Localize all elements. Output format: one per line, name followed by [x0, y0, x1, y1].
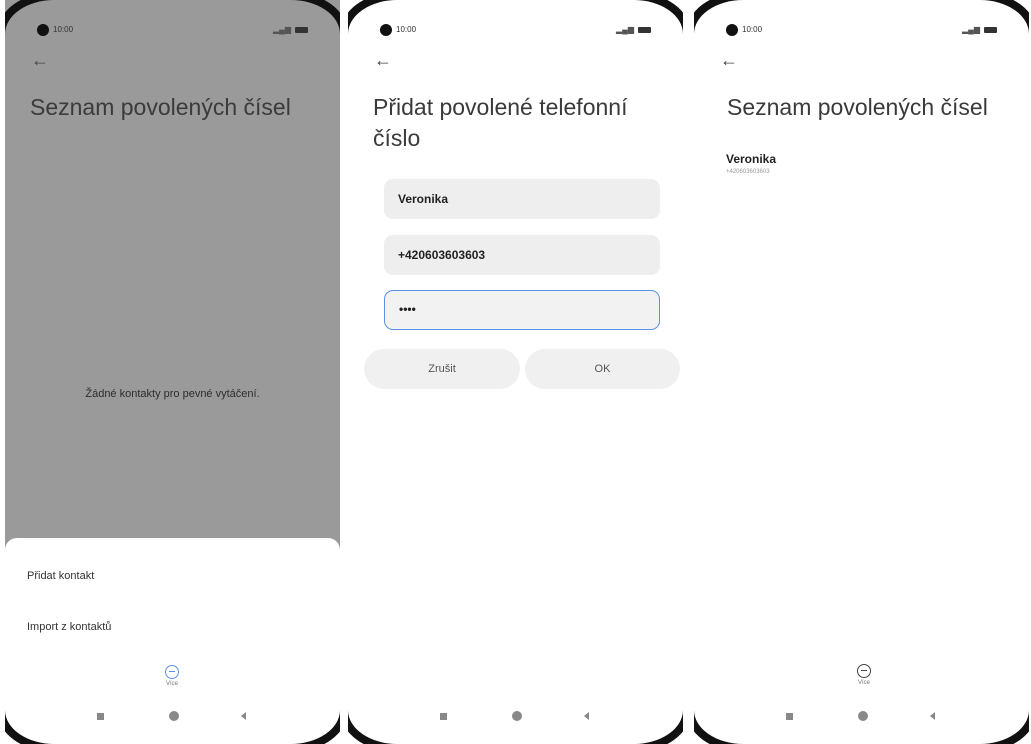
- more-circle-icon: [165, 665, 179, 679]
- more-label: Více: [857, 680, 870, 686]
- phone-screen-fdn-list-menu: 10:00 ▂▄▆ ← Seznam povolených čísel Žádn…: [5, 0, 340, 744]
- more-button[interactable]: Více: [152, 665, 192, 687]
- phone-number-field[interactable]: +420603603603: [384, 235, 660, 275]
- page-title: Seznam povolených čísel: [30, 94, 291, 120]
- more-circle-icon: [857, 664, 871, 678]
- home-icon[interactable]: [512, 711, 522, 721]
- screen-corner: [5, 0, 67, 34]
- menu-item-import-contacts[interactable]: Import z kontaktů: [27, 621, 111, 633]
- name-field[interactable]: Veronika: [384, 179, 660, 219]
- page-title-line1: Přidat povolené telefonní: [373, 94, 628, 120]
- cancel-button[interactable]: Zrušit: [364, 349, 520, 389]
- empty-state-text: Žádné kontakty pro pevné vytáčení.: [85, 388, 260, 400]
- back-nav-icon[interactable]: [930, 712, 935, 720]
- recents-icon[interactable]: [786, 713, 793, 720]
- menu-item-add-contact[interactable]: Přidat kontakt: [27, 570, 94, 582]
- page-title-line2: číslo: [373, 125, 421, 151]
- home-icon[interactable]: [169, 711, 179, 721]
- dim-overlay: [5, 0, 340, 560]
- screen-corner: [348, 0, 410, 34]
- more-label: Více: [165, 681, 178, 687]
- screen-corner: [967, 710, 1029, 744]
- contact-number: +420603603603: [726, 169, 770, 175]
- status-bar: 10:00 ▂▄▆: [380, 22, 651, 38]
- phone-screen-add-number: 10:00 ▂▄▆ ← Přidat povolené telefonní čí…: [348, 0, 683, 744]
- status-bar: 10:00 ▂▄▆: [726, 22, 997, 38]
- status-bar: 10:00 ▂▄▆: [37, 22, 308, 38]
- phone-screen-fdn-list: 10:00 ▂▄▆ ← Seznam povolených čísel Vero…: [694, 0, 1029, 744]
- screen-corner: [278, 710, 340, 744]
- contact-name: Veronika: [726, 152, 777, 166]
- more-button[interactable]: Více: [844, 664, 884, 686]
- back-nav-icon[interactable]: [241, 712, 246, 720]
- back-arrow-icon[interactable]: ←: [720, 50, 738, 70]
- back-arrow-icon[interactable]: ←: [374, 50, 392, 70]
- page-title: Seznam povolených čísel: [727, 94, 988, 120]
- home-icon[interactable]: [858, 711, 868, 721]
- recents-icon[interactable]: [440, 713, 447, 720]
- screen-corner: [967, 0, 1029, 34]
- screen-corner: [278, 0, 340, 34]
- back-nav-icon[interactable]: [584, 712, 589, 720]
- back-arrow-icon[interactable]: ←: [31, 50, 49, 70]
- pin2-field[interactable]: ••••: [384, 290, 660, 330]
- screen-corner: [348, 710, 410, 744]
- screen-corner: [621, 0, 683, 34]
- ok-button[interactable]: OK: [525, 349, 680, 389]
- screen-corner: [694, 0, 756, 34]
- screen-corner: [694, 710, 756, 744]
- recents-icon[interactable]: [97, 713, 104, 720]
- page-title: Přidat povolené telefonní číslo: [373, 92, 627, 154]
- screen-corner: [5, 710, 67, 744]
- screen-corner: [621, 710, 683, 744]
